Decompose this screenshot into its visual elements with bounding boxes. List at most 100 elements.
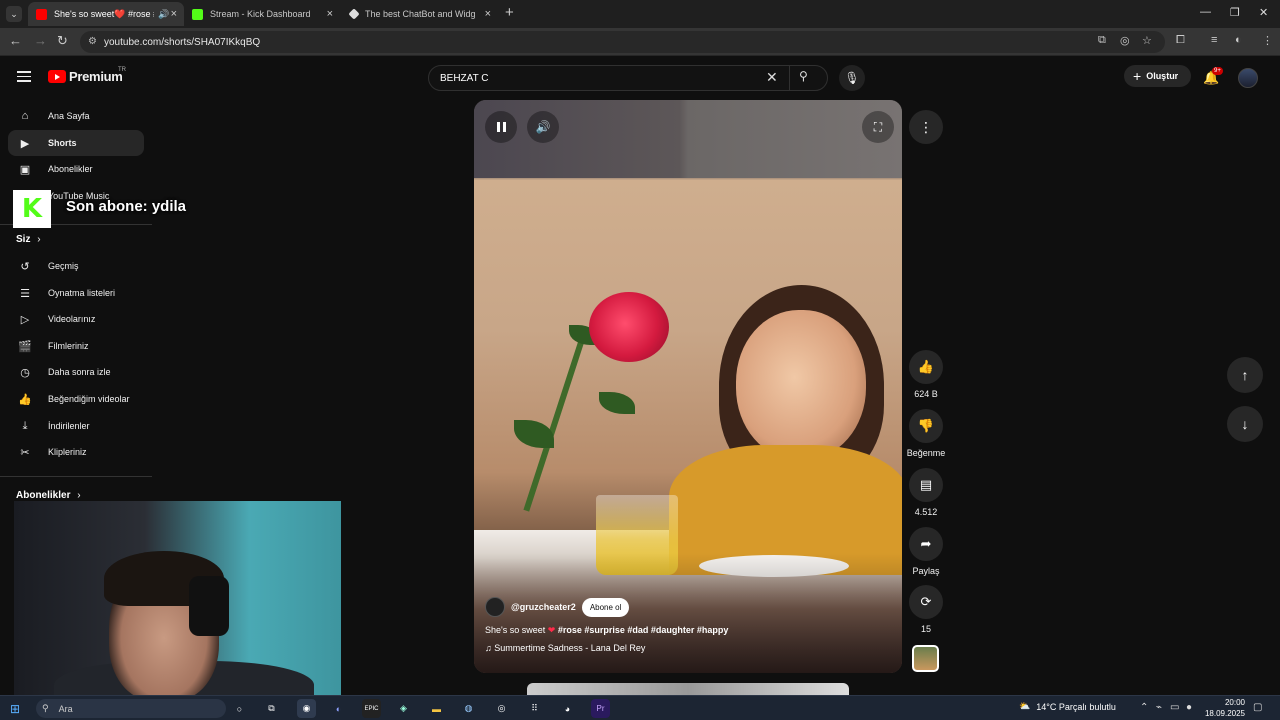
sidebar-item-movies[interactable]: 🎬 Filmleriniz bbox=[8, 333, 144, 359]
tab-list-button[interactable]: ⌄ bbox=[6, 6, 22, 22]
subscriptions-icon: ▣ bbox=[19, 163, 31, 176]
chrome-icon[interactable]: ◉ bbox=[297, 699, 316, 718]
close-tab-icon[interactable]: × bbox=[327, 8, 333, 20]
extensions-icon[interactable]: ⧠ bbox=[1176, 34, 1185, 47]
account-avatar[interactable] bbox=[1238, 68, 1258, 88]
chatbot-favicon bbox=[348, 8, 360, 20]
site-info-icon[interactable]: ⚙ bbox=[88, 36, 97, 47]
music-link[interactable]: ♫ Summertime Sadness - Lana Del Rey bbox=[485, 643, 645, 653]
sidebar-item-playlists[interactable]: ☰ Oynatma listeleri bbox=[8, 280, 144, 306]
audio-track-thumbnail[interactable] bbox=[912, 645, 939, 672]
volume-button[interactable]: 🔊 bbox=[527, 111, 559, 143]
close-window-icon[interactable]: ✕ bbox=[1259, 6, 1268, 19]
remix-count: 15 bbox=[920, 624, 931, 634]
network-icon[interactable]: ⌁ bbox=[1156, 702, 1162, 713]
sidebar-item-history[interactable]: ↺ Geçmiş bbox=[8, 253, 144, 279]
minimize-icon[interactable]: — bbox=[1200, 6, 1211, 18]
tab-audio-icon[interactable]: 🔊 bbox=[158, 9, 169, 20]
close-tab-icon[interactable]: × bbox=[485, 8, 491, 20]
create-button[interactable]: + Oluştur bbox=[1124, 65, 1191, 87]
tab-kick-dashboard[interactable]: Stream - Kick Dashboard × bbox=[184, 2, 340, 26]
sidebar-item-clips[interactable]: ✂ Klipleriniz bbox=[8, 439, 144, 465]
sidebar-item-watch-later[interactable]: ◷ Daha sonra izle bbox=[8, 359, 144, 385]
thumbs-up-icon: 👍 bbox=[917, 359, 935, 374]
back-icon[interactable]: ← bbox=[9, 33, 22, 48]
address-bar[interactable]: ⚙ youtube.com/shorts/SHA07IKkqBQ bbox=[80, 31, 1165, 53]
reload-icon[interactable]: ↻ bbox=[57, 33, 68, 49]
youtube-premium-logo[interactable]: Premium bbox=[48, 69, 123, 84]
previous-short-button[interactable]: ↑ bbox=[1227, 357, 1263, 393]
clear-search-icon[interactable]: ✕ bbox=[766, 69, 778, 86]
notification-center-icon[interactable]: ▢ bbox=[1253, 702, 1262, 713]
search-icon[interactable]: ⚲ bbox=[799, 69, 808, 83]
obs-icon[interactable]: ◎ bbox=[492, 699, 511, 718]
microphone-icon[interactable]: ● bbox=[1186, 702, 1192, 713]
battery-icon[interactable]: ▭ bbox=[1170, 702, 1179, 713]
more-options-button[interactable]: ⋮ bbox=[909, 110, 943, 144]
short-video-player[interactable]: 🔊 ⛶ @gruzcheater2 Abone ol She's so swee… bbox=[474, 100, 902, 673]
tab-chatbot[interactable]: The best ChatBot and Widgets × bbox=[342, 2, 498, 26]
fullscreen-button[interactable]: ⛶ bbox=[862, 111, 894, 143]
next-short-preview[interactable] bbox=[527, 683, 849, 695]
profile-icon[interactable]: ◐ bbox=[1235, 34, 1242, 46]
share-button[interactable]: ➦ bbox=[909, 527, 943, 561]
like-button[interactable]: 👍 bbox=[909, 350, 943, 384]
sidebar-section-you[interactable]: Siz › bbox=[16, 234, 41, 245]
microphone-icon[interactable]: 🎙 bbox=[839, 65, 865, 91]
search-icon: ⚲ bbox=[42, 703, 49, 713]
sidebar-item-label: Videolarınız bbox=[48, 314, 96, 324]
system-clock[interactable]: 20:00 18.09.2025 bbox=[1197, 697, 1245, 719]
install-icon[interactable]: ⧉ bbox=[1098, 34, 1106, 47]
subscribe-button[interactable]: Abone ol bbox=[581, 597, 630, 617]
logo-text: Premium bbox=[69, 69, 123, 84]
sidebar-section-subscriptions[interactable]: Abonelikler › bbox=[16, 490, 81, 501]
close-tab-icon[interactable]: × bbox=[171, 8, 177, 20]
steam-icon[interactable]: ◍ bbox=[459, 699, 478, 718]
remix-button[interactable]: ⟳ bbox=[909, 585, 943, 619]
weather-widget[interactable]: ⛅ 14°C Parçalı bulutlu bbox=[1019, 701, 1116, 712]
apps-grid-icon[interactable]: ⠿ bbox=[525, 699, 544, 718]
tray-chevron-icon[interactable]: ⌃ bbox=[1140, 702, 1148, 713]
tab-youtube-short[interactable]: She's so sweet❤️ #rose #su 🔊 × bbox=[28, 2, 184, 26]
sidebar-item-subscriptions[interactable]: ▣ Abonelikler bbox=[8, 156, 144, 182]
bookmark-star-icon[interactable]: ☆ bbox=[1142, 34, 1152, 47]
next-short-button[interactable]: ↓ bbox=[1227, 406, 1263, 442]
task-view-icon[interactable]: ⧉ bbox=[262, 699, 281, 718]
taskbar-search[interactable]: ⚲ Ara bbox=[36, 699, 226, 718]
caption-hashtags[interactable]: #rose #surprise #dad #daughter #happy bbox=[558, 625, 729, 635]
share-label: Paylaş bbox=[912, 566, 940, 576]
address-toolbar: ← → ↻ ⚙ youtube.com/shorts/SHA07IKkqBQ ⧉… bbox=[0, 28, 1280, 56]
sidebar-item-home[interactable]: ⌂ Ana Sayfa bbox=[8, 103, 144, 129]
discord-icon[interactable]: ◐ bbox=[329, 699, 348, 718]
restore-icon[interactable]: ❐ bbox=[1230, 6, 1240, 19]
sidebar-item-liked-videos[interactable]: 👍 Beğendiğim videolar bbox=[8, 386, 144, 412]
cortana-icon[interactable]: ○ bbox=[230, 699, 249, 718]
hamburger-menu-icon[interactable] bbox=[17, 71, 31, 82]
file-explorer-icon[interactable]: ▬ bbox=[427, 699, 446, 718]
messenger-icon[interactable]: ◕ bbox=[558, 699, 577, 718]
sidebar-item-label: Shorts bbox=[48, 138, 77, 148]
menu-dots-icon[interactable]: ⋮ bbox=[1262, 34, 1273, 47]
channel-avatar[interactable] bbox=[485, 597, 505, 617]
channel-name[interactable]: @gruzcheater2 bbox=[511, 602, 576, 612]
sidebar-item-your-videos[interactable]: ▷ Videolarınız bbox=[8, 306, 144, 332]
like-action: 👍 624 B bbox=[908, 350, 944, 399]
new-tab-button[interactable]: + bbox=[505, 4, 514, 21]
clapper-icon: 🎬 bbox=[18, 340, 32, 353]
sidebar-item-shorts[interactable]: ▶ Shorts bbox=[8, 130, 144, 156]
like-count: 624 B bbox=[914, 389, 938, 399]
app-icon[interactable]: ◈ bbox=[394, 699, 413, 718]
forward-icon[interactable]: → bbox=[34, 33, 47, 48]
comments-button[interactable]: ▤ bbox=[909, 468, 943, 502]
sidebar-item-downloads[interactable]: ⤓ İndirilenler bbox=[8, 413, 144, 439]
short-caption[interactable]: She's so sweet ❤ #rose #surprise #dad #d… bbox=[485, 625, 728, 636]
eye-off-icon[interactable]: ◎ bbox=[1120, 34, 1130, 47]
windows-start-icon[interactable]: ⊞ bbox=[10, 702, 20, 716]
media-control-icon[interactable]: ≡ bbox=[1211, 34, 1217, 46]
epic-games-icon[interactable]: EPIC bbox=[362, 699, 381, 718]
clock-date: 18.09.2025 bbox=[1204, 709, 1245, 718]
pause-button[interactable] bbox=[485, 111, 517, 143]
premiere-pro-icon[interactable]: Pr bbox=[591, 699, 610, 718]
remix-icon: ⟳ bbox=[920, 594, 932, 609]
dislike-button[interactable]: 👎 bbox=[909, 409, 943, 443]
